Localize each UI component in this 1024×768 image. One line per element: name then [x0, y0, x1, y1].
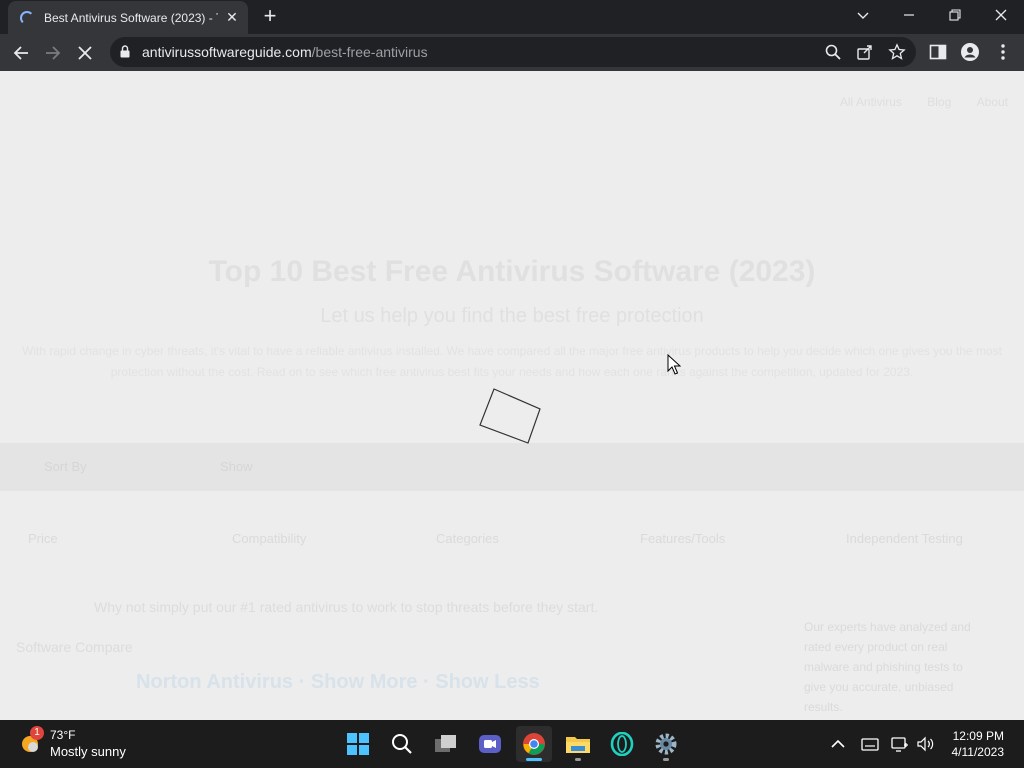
close-window-button[interactable]	[978, 0, 1024, 30]
share-icon[interactable]	[856, 43, 874, 61]
bookmark-star-icon[interactable]	[888, 43, 906, 61]
clock-date: 4/11/2023	[951, 745, 1005, 759]
site-nav: All Antivirus Blog About	[818, 95, 1008, 109]
restore-button[interactable]	[932, 0, 978, 30]
stop-loading-button[interactable]	[72, 40, 98, 66]
gear-icon	[655, 733, 677, 755]
lock-icon	[120, 45, 130, 58]
teams-chat-button[interactable]	[472, 726, 508, 762]
filter-features[interactable]: Features/Tools	[640, 531, 725, 546]
nav-link[interactable]: About	[977, 95, 1008, 109]
weather-temp: 73°F	[50, 728, 76, 742]
opera-taskbar-button[interactable]	[604, 726, 640, 762]
back-button[interactable]	[8, 40, 34, 66]
tab-close-icon[interactable]: ✕	[224, 9, 240, 26]
nav-link[interactable]: All Antivirus	[840, 95, 902, 109]
url-text: antivirussoftwareguide.com/best-free-ant…	[142, 44, 428, 60]
info-line: Why not simply put our #1 rated antiviru…	[94, 599, 599, 615]
tab-strip: Best Antivirus Software (2023) - T ✕ +	[0, 0, 1024, 34]
running-app-indicator	[663, 758, 669, 761]
minimize-icon	[904, 14, 914, 16]
nav-link[interactable]: Blog	[927, 95, 951, 109]
taskbar: 1 73°F Mostly sunny 12:09 PM 4/11/2023	[0, 720, 1024, 768]
intro-paragraph: With rapid change in cyber threats, it's…	[22, 344, 1002, 379]
back-arrow-icon	[13, 46, 28, 60]
filter-categories[interactable]: Categories	[436, 531, 499, 546]
stop-icon	[78, 46, 92, 60]
task-view-icon	[435, 735, 456, 752]
forward-arrow-icon	[46, 46, 61, 60]
keyboard-icon[interactable]	[860, 734, 880, 754]
profile-icon[interactable]	[960, 42, 980, 62]
new-tab-button[interactable]: +	[258, 5, 282, 29]
browser-tab[interactable]: Best Antivirus Software (2023) - T ✕	[8, 1, 248, 34]
running-app-indicator	[575, 758, 581, 761]
product-link-row[interactable]: Norton Antivirus · Show More · Show Less	[136, 671, 540, 694]
mouse-cursor-icon	[667, 354, 681, 375]
active-app-indicator	[526, 758, 542, 761]
search-icon[interactable]	[824, 43, 842, 61]
start-button[interactable]	[340, 726, 376, 762]
windows-logo-icon	[347, 733, 369, 755]
folder-icon	[566, 737, 590, 753]
loading-box-icon	[479, 388, 541, 444]
tab-search-button[interactable]	[840, 0, 886, 30]
system-clock[interactable]: 12:09 PM 4/11/2023	[952, 728, 1005, 760]
chat-camera-icon	[479, 735, 501, 753]
chrome-icon	[523, 733, 545, 755]
file-explorer-button[interactable]	[560, 726, 596, 762]
page-subtitle: Let us help you find the best free prote…	[320, 305, 704, 327]
network-icon[interactable]	[890, 734, 910, 754]
web-page: All Antivirus Blog About Top 10 Best Fre…	[0, 71, 1024, 720]
side-note: Our experts have analyzed and rated ever…	[804, 620, 971, 714]
page-title: Top 10 Best Free Antivirus Software (202…	[208, 255, 816, 288]
chevron-up-icon[interactable]	[828, 734, 848, 754]
filter-price[interactable]: Price	[28, 531, 58, 546]
sort-label[interactable]: Sort By	[44, 459, 87, 474]
opera-icon	[610, 732, 634, 756]
forward-button[interactable]	[40, 40, 66, 66]
loading-spinner-icon	[20, 10, 34, 25]
filter-compatibility[interactable]: Compatibility	[232, 531, 306, 546]
chevron-down-icon	[857, 12, 869, 19]
minimize-button[interactable]	[886, 0, 932, 30]
close-icon	[995, 9, 1007, 21]
weather-condition: Mostly sunny	[50, 744, 126, 759]
address-bar[interactable]: antivirussoftwareguide.com/best-free-ant…	[110, 37, 916, 67]
browser-toolbar: antivirussoftwareguide.com/best-free-ant…	[0, 34, 1024, 71]
tab-title: Best Antivirus Software (2023) - T	[44, 10, 218, 25]
search-icon	[392, 734, 412, 754]
task-view-button[interactable]	[428, 726, 464, 762]
chrome-taskbar-button[interactable]	[516, 726, 552, 762]
show-label[interactable]: Show	[220, 459, 253, 474]
restore-icon	[949, 9, 961, 21]
clock-time: 12:09 PM	[952, 729, 1004, 743]
notification-badge: 1	[30, 726, 44, 740]
side-panel-icon[interactable]	[928, 42, 948, 62]
sort-band: Sort By Show	[0, 443, 1024, 491]
menu-dots-icon[interactable]	[993, 42, 1013, 62]
compare-label: Software Compare	[16, 639, 133, 655]
volume-icon[interactable]	[916, 734, 936, 754]
taskbar-search-button[interactable]	[384, 726, 420, 762]
settings-taskbar-button[interactable]	[648, 726, 684, 762]
weather-widget[interactable]: 1 73°F Mostly sunny	[18, 726, 148, 762]
filter-testing[interactable]: Independent Testing	[846, 531, 963, 546]
